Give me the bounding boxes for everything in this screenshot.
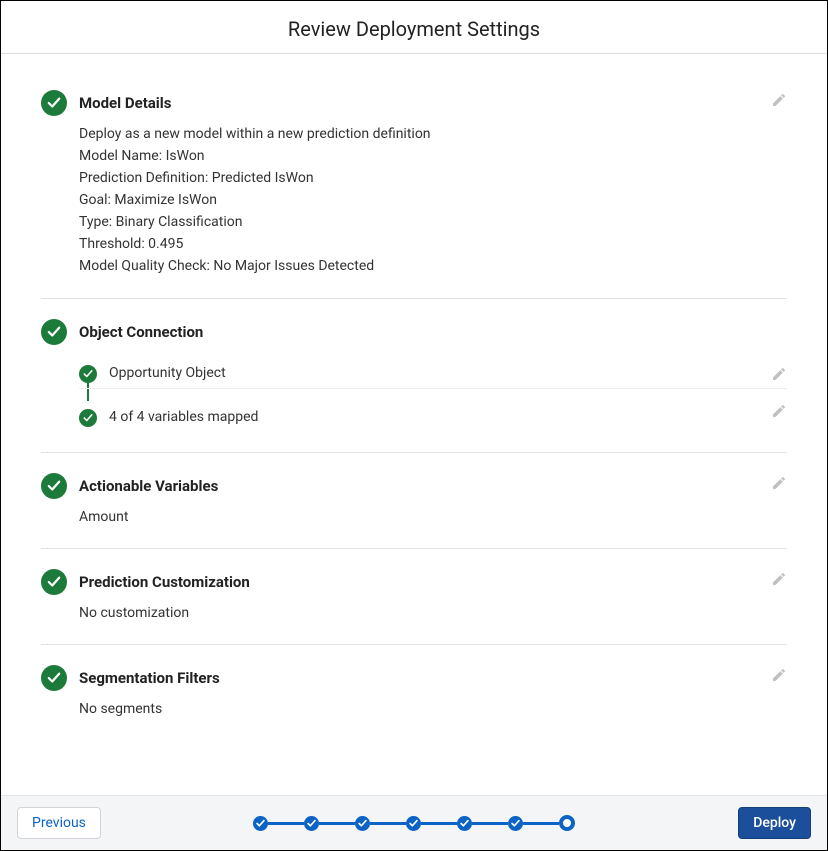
model-details-line: Deploy as a new model within a new predi… [79,124,787,145]
step-dot[interactable] [355,816,370,831]
app-frame: Review Deployment Settings Model Details… [0,0,828,851]
wizard-stepper [253,815,575,831]
check-icon [41,569,67,595]
check-icon [41,665,67,691]
section-title-model-details: Model Details [79,94,171,112]
section-segmentation-filters: Segmentation Filters No segments [41,644,787,740]
section-body-segmentation-filters: No segments [79,699,787,720]
pencil-icon[interactable] [771,475,787,491]
model-details-line: Prediction Definition: Predicted IsWon [79,168,787,189]
step-dot[interactable] [304,816,319,831]
section-body-actionable-variables: Amount [79,507,787,528]
object-row: Opportunity Object [79,359,787,388]
step-dot[interactable] [457,816,472,831]
model-details-line: Type: Binary Classification [79,212,787,233]
object-row-label: Opportunity Object [109,363,226,384]
section-model-details: Model Details Deploy as a new model with… [41,90,787,298]
object-row-label: 4 of 4 variables mapped [109,407,258,428]
step-connector [319,822,355,825]
pencil-icon[interactable] [771,403,787,419]
step-dot-current[interactable] [559,815,575,831]
model-details-line: Threshold: 0.495 [79,234,787,255]
section-header-object-connection: Object Connection [41,319,787,345]
section-title-prediction-customization: Prediction Customization [79,573,250,591]
deploy-button[interactable]: Deploy [738,807,811,839]
content-area: Model Details Deploy as a new model with… [1,54,827,795]
pencil-icon[interactable] [771,667,787,683]
check-icon [41,319,67,345]
check-icon [41,473,67,499]
section-prediction-customization: Prediction Customization No customizatio… [41,548,787,644]
previous-button[interactable]: Previous [17,807,101,839]
model-details-line: Model Quality Check: No Major Issues Det… [79,256,787,277]
step-connector [472,822,508,825]
step-connector [370,822,406,825]
pencil-icon[interactable] [771,366,787,382]
check-icon [41,90,67,116]
step-connector [268,822,304,825]
section-actionable-variables: Actionable Variables Amount [41,452,787,548]
model-details-line: Model Name: IsWon [79,146,787,167]
model-details-line: Goal: Maximize IsWon [79,190,787,211]
section-header-actionable-variables: Actionable Variables [41,473,787,499]
object-row: 4 of 4 variables mapped [79,388,787,432]
pencil-icon[interactable] [771,571,787,587]
step-dot[interactable] [508,816,523,831]
section-title-object-connection: Object Connection [79,323,203,341]
page-title: Review Deployment Settings [1,1,827,54]
section-title-actionable-variables: Actionable Variables [79,477,218,495]
section-header-model-details: Model Details [41,90,787,116]
section-header-prediction-customization: Prediction Customization [41,569,787,595]
section-title-segmentation-filters: Segmentation Filters [79,669,220,687]
step-dot[interactable] [253,816,268,831]
step-connector [523,822,559,825]
pencil-icon[interactable] [771,92,787,108]
section-object-connection: Object Connection Opportunity Object [41,298,787,452]
check-icon [79,365,97,383]
object-connection-list: Opportunity Object 4 of 4 variables mapp… [79,359,787,432]
step-dot[interactable] [406,816,421,831]
step-connector [421,822,457,825]
wizard-footer: Previous Deploy [1,795,827,850]
section-header-segmentation-filters: Segmentation Filters [41,665,787,691]
section-body-model-details: Deploy as a new model within a new predi… [79,124,787,277]
check-icon [79,409,97,427]
section-body-prediction-customization: No customization [79,603,787,624]
